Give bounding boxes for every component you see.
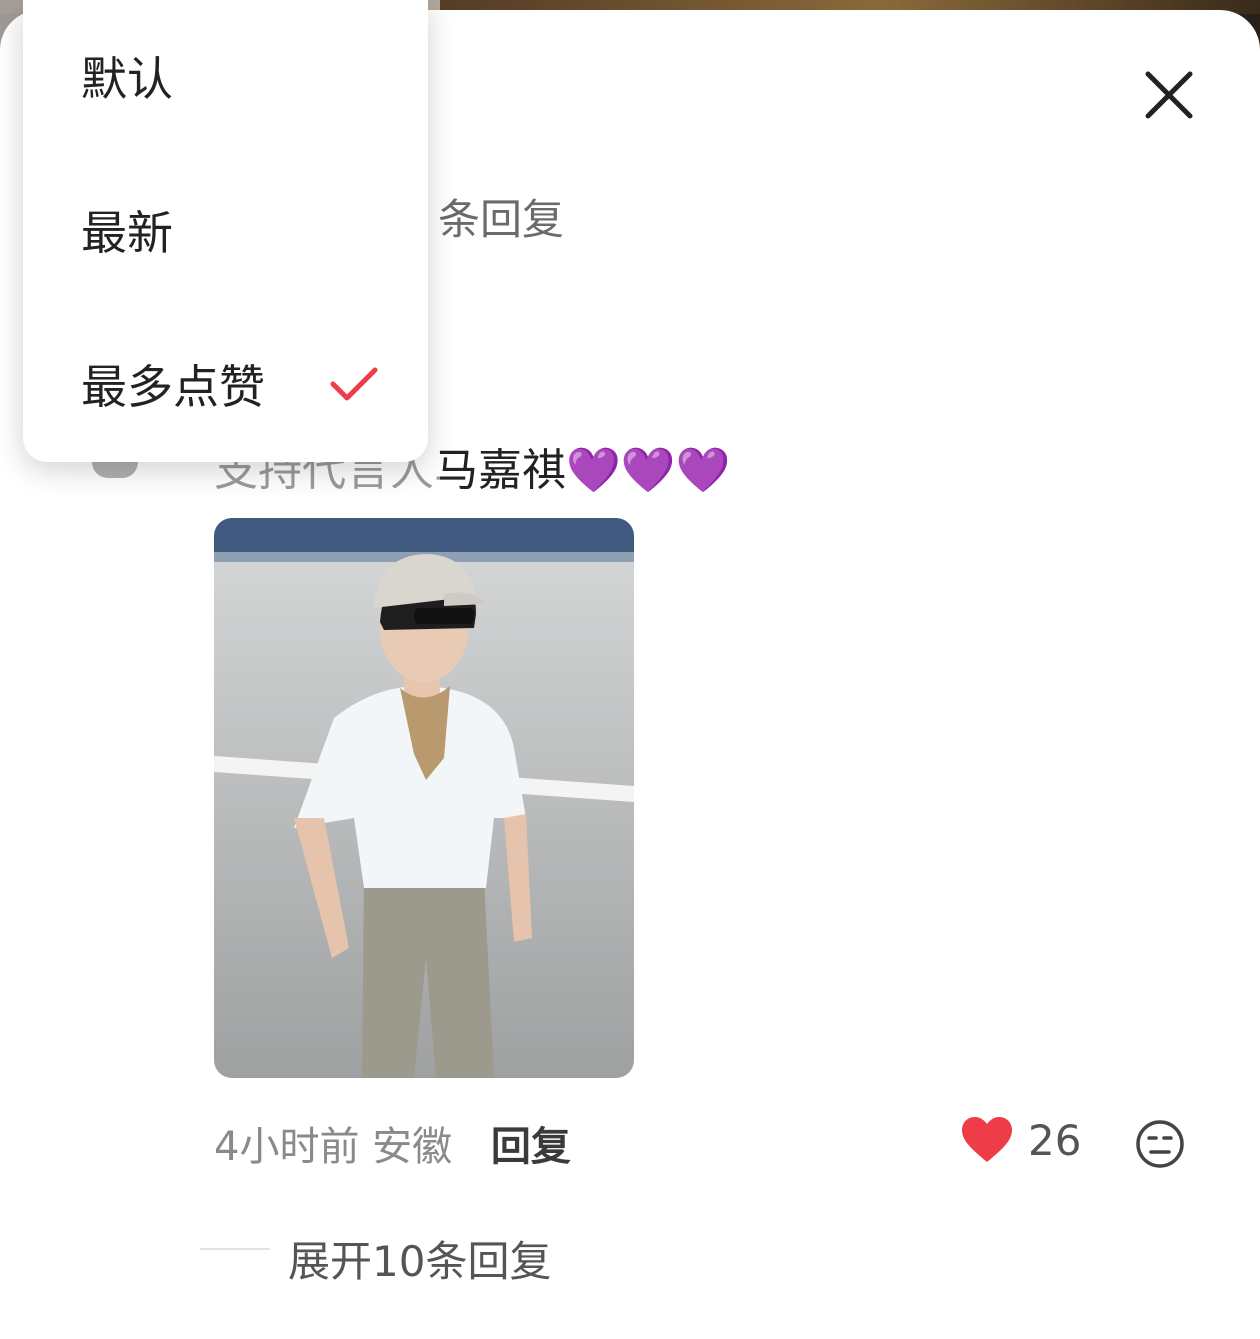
checkmark-icon	[330, 367, 378, 401]
comment-time: 4小时前	[214, 1124, 360, 1170]
sort-option-label: 最多点赞	[81, 360, 265, 414]
comment-meta: 4小时前 安徽 回复	[214, 1114, 571, 1172]
expand-divider	[200, 1248, 270, 1250]
expand-replies-button[interactable]: 展开10条回复	[288, 1228, 551, 1289]
sort-menu: 默认 最新 最多点赞	[23, 0, 428, 462]
like-button[interactable]: 26	[960, 1108, 1081, 1172]
sort-option-newest[interactable]: 最新	[81, 190, 401, 270]
comment-location: 安徽	[372, 1124, 453, 1170]
like-count: 26	[1028, 1115, 1082, 1165]
emoji-react-button[interactable]	[1134, 1118, 1186, 1170]
close-icon	[1145, 71, 1193, 119]
heart-icon	[962, 1117, 1012, 1162]
sort-option-default[interactable]: 默认	[81, 36, 401, 116]
close-button[interactable]	[1138, 64, 1200, 126]
reply-count-label: 条回复	[438, 195, 565, 244]
sort-option-most-liked[interactable]: 最多点赞	[81, 344, 401, 424]
sort-option-label: 默认	[81, 52, 173, 106]
sort-option-label: 最新	[81, 206, 173, 260]
emoji-face-icon	[1136, 1120, 1184, 1168]
reply-button[interactable]: 回复	[491, 1124, 571, 1170]
comment-image[interactable]	[214, 518, 634, 1078]
